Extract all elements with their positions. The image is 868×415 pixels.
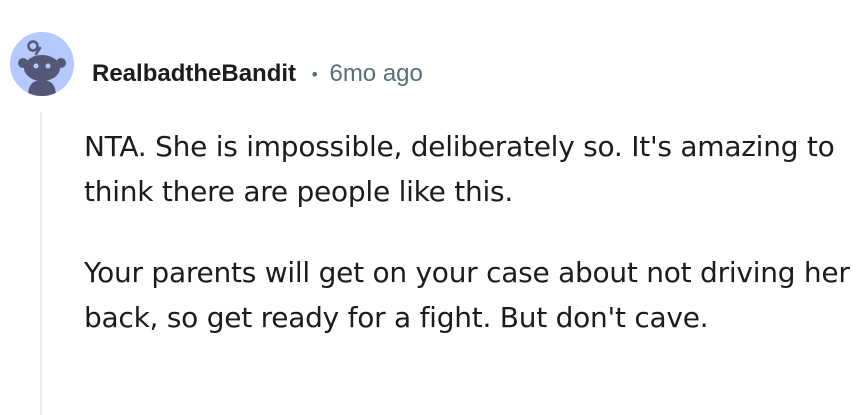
comment-paragraph: Your parents will get on your case about… xyxy=(84,256,850,334)
avatar[interactable] xyxy=(10,32,74,96)
comment-age[interactable]: 6mo ago xyxy=(329,60,422,88)
comment: RealbadtheBandit • 6mo ago NTA. She is i… xyxy=(0,0,868,415)
snoo-avatar-icon xyxy=(10,32,74,96)
comment-header: RealbadtheBandit • 6mo ago xyxy=(92,56,423,92)
comment-body: NTA. She is impossible, deliberately so.… xyxy=(84,124,864,340)
separator-dot: • xyxy=(310,64,320,84)
username-link[interactable]: RealbadtheBandit xyxy=(92,60,296,88)
thread-line[interactable] xyxy=(40,112,42,415)
comment-paragraph: NTA. She is impossible, deliberately so.… xyxy=(84,130,835,208)
